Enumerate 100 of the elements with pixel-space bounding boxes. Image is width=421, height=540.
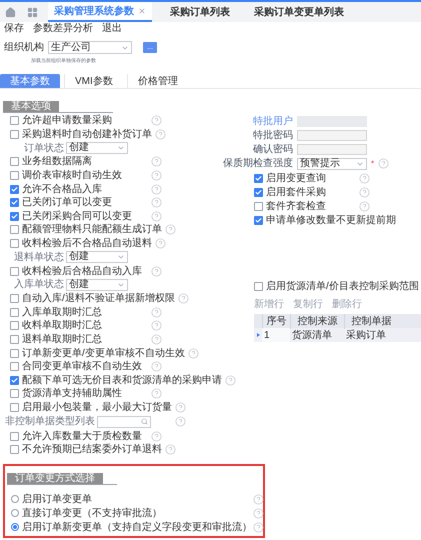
checkbox[interactable] [10,321,19,330]
input-field[interactable] [297,144,367,154]
help-icon[interactable] [151,430,162,442]
checkbox[interactable] [254,174,263,182]
table-cell-text: 采购订单 [345,328,387,342]
checkbox[interactable] [10,130,19,139]
help-icon[interactable] [188,348,199,359]
toolbar-button[interactable]: 保存 [4,24,24,34]
help-icon[interactable] [253,508,264,519]
option-label: 启用订单变更单 [22,492,93,507]
help-icon[interactable] [175,416,186,428]
checkbox[interactable] [10,225,19,234]
select-field[interactable]: 创建 [66,251,128,264]
search-icon[interactable] [141,418,148,426]
help-icon[interactable] [151,306,162,318]
help-icon[interactable] [155,128,166,140]
checkbox[interactable] [10,184,19,194]
checkbox[interactable] [10,432,19,441]
select-field[interactable]: 创建 [66,142,128,154]
help-icon[interactable] [151,170,162,182]
checkbox[interactable] [10,266,19,276]
option-label: 允许不合格品入库 [22,182,103,196]
tab[interactable]: 采购订单列表 [164,2,236,22]
checkbox[interactable] [10,171,19,180]
help-icon[interactable] [151,361,162,372]
section-title: 基本选项 [3,101,59,112]
required-mark: * [371,158,374,168]
checkbox[interactable] [10,239,19,248]
help-icon[interactable] [155,238,166,250]
help-icon[interactable] [151,334,162,346]
help-icon[interactable] [151,210,162,222]
checkbox[interactable] [254,216,263,224]
checkbox[interactable] [254,202,263,210]
option-label: 不允许预期已结案委外订单退料 [22,442,162,458]
checkbox[interactable] [10,157,19,166]
help-icon[interactable] [253,494,264,505]
option-label: 启用货源清单/价目表控制采购范围 [266,280,419,294]
apps-icon[interactable] [27,6,38,18]
help-icon[interactable] [151,388,162,400]
field-label: 组织机构 [4,40,44,55]
field-label: 入库单状态 [13,278,64,292]
checkbox[interactable] [10,376,19,385]
checkbox[interactable] [10,116,19,126]
help-icon[interactable] [151,115,162,126]
section-title: 订单变更方式选择 [7,473,103,484]
help-icon[interactable] [151,197,162,208]
sub-tab[interactable]: 价格管理 [126,74,188,88]
help-icon[interactable] [165,444,176,456]
search-field[interactable] [97,416,151,428]
field-label: 特批用户 [252,114,293,128]
option-label: 允许入库数量大于质检数量 [22,430,143,444]
toolbar-button[interactable]: 退出 [102,24,122,34]
close-icon[interactable] [138,7,146,15]
help-icon[interactable] [225,374,236,386]
option-label: 订单新变更单/变更单审核不自动生效 [22,346,185,360]
checkbox[interactable] [10,362,19,372]
tab[interactable]: 采购管理系统参数 [48,2,152,22]
sub-tab[interactable]: VMI参数 [64,74,123,88]
checkbox[interactable] [10,389,19,398]
checkbox[interactable] [10,445,19,454]
option-label: 收料检验后合格品自动入库 [22,264,143,278]
help-icon[interactable] [175,402,186,413]
checkbox[interactable] [10,308,19,317]
field-label: 保质期检查强度 [222,156,293,171]
radio-button[interactable] [11,509,19,518]
help-icon[interactable] [253,522,264,533]
option-label: 采购退料时自动创建补货订单 [22,128,152,142]
help-icon[interactable] [151,184,162,195]
radio-button[interactable] [11,523,19,532]
tab[interactable]: 采购订单变更单列表 [248,2,350,22]
help-icon[interactable] [165,224,176,236]
help-icon[interactable] [378,158,390,169]
home-icon[interactable] [5,6,16,18]
help-icon[interactable] [151,266,162,277]
checkbox[interactable] [254,188,263,196]
help-icon[interactable] [151,320,162,332]
option-label: 启用套件采购 [266,186,327,200]
option-label: 已关闭采购合同可以变更 [22,210,133,224]
checkbox[interactable] [254,282,263,291]
select-field[interactable]: 预警提示 [297,158,367,170]
checkbox[interactable] [10,212,19,221]
help-icon[interactable] [359,172,370,184]
help-icon[interactable] [359,200,370,212]
help-icon[interactable] [178,293,189,304]
option-label: 启用订单新变更单（支持自定义字段变更和审批流） [22,520,250,535]
radio-button[interactable] [11,495,19,504]
help-icon[interactable] [151,156,162,168]
option-label: 业务组数据隔离 [22,154,93,170]
checkbox[interactable] [10,294,19,304]
org-select[interactable]: 生产公司 [48,41,132,54]
checkbox[interactable] [10,335,19,344]
toolbar-button[interactable]: 参数差异分析 [33,24,93,34]
checkbox[interactable] [10,198,19,208]
help-icon[interactable] [359,186,370,198]
option-label: 收料检验后不合格品自动退料 [22,236,152,250]
select-field[interactable]: 创建 [66,278,128,291]
option-label: 调价表审核时自动生效 [22,168,123,184]
input-field[interactable] [297,130,367,140]
checkbox[interactable] [10,348,19,358]
checkbox[interactable] [10,402,19,412]
